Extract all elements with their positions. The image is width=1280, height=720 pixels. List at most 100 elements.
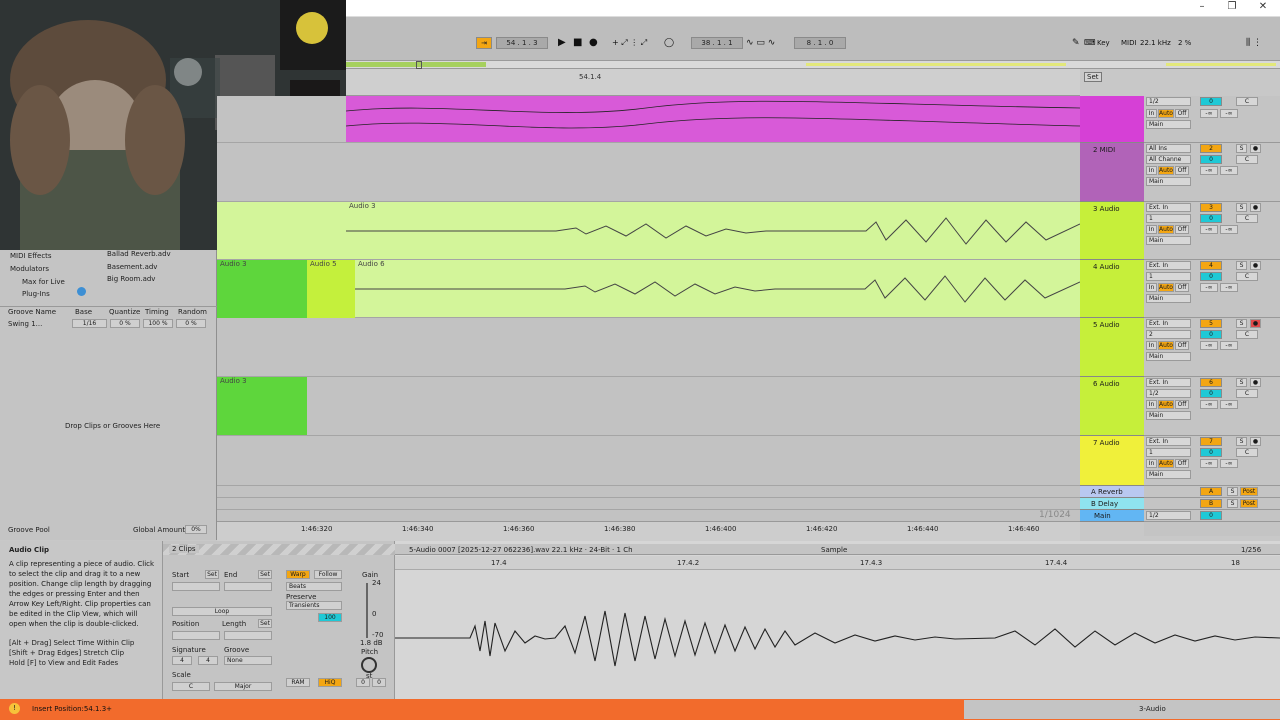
volume-field[interactable]: 0 [1200,214,1222,223]
warp-mode-select[interactable]: Beats [286,582,342,591]
track-name[interactable]: 2 MIDI [1093,146,1115,154]
length-field[interactable] [224,631,272,640]
scale-root-select[interactable]: C [172,682,210,691]
groove-name[interactable]: Swing 1... [8,320,42,328]
output-select[interactable]: Main [1146,120,1191,129]
monitor-off[interactable]: Off [1175,225,1189,234]
track-header-audio-6[interactable]: 6 Audio [1080,377,1144,436]
preview-icon[interactable] [77,287,86,296]
volume-field[interactable]: 0 [1200,330,1222,339]
post-button[interactable]: Post [1240,487,1258,496]
track-header[interactable] [1080,96,1144,143]
minimize-icon[interactable]: – [1195,1,1209,12]
input-select[interactable]: Ext. In [1146,437,1191,446]
pan-field[interactable]: C [1236,97,1258,106]
follow-button[interactable]: Follow [314,570,342,579]
input-select[interactable]: Ext. In [1146,319,1191,328]
solo-button[interactable]: S [1236,261,1247,270]
groove-base-select[interactable]: 1/16 [72,319,107,328]
overview-toggle-icon[interactable]: ⫼ ⋮ [1246,37,1262,49]
track-lane-audio-7[interactable] [217,436,1080,486]
end-set-button[interactable]: Set [258,570,272,579]
monitor-in[interactable]: In [1146,109,1157,118]
beat-ruler[interactable]: 54.1.4 [346,69,1080,96]
monitor-auto[interactable]: Auto [1158,283,1174,292]
output-select[interactable]: Main [1146,294,1191,303]
restore-icon[interactable]: ❐ [1225,1,1239,12]
start-set-button[interactable]: Set [205,570,219,579]
preserve-select[interactable]: Transients [286,601,342,610]
close-icon[interactable]: ✕ [1256,1,1270,12]
channel-select[interactable]: All Channe [1146,155,1191,164]
groove-timing[interactable]: 100 % [143,319,173,328]
input-select[interactable]: 1/2 [1146,97,1191,106]
track-name[interactable]: Main [1094,512,1111,520]
return-lane-delay[interactable] [217,498,1080,510]
signature-denominator[interactable]: 4 [198,656,218,665]
groove-pool-label[interactable]: Groove Pool [8,526,50,534]
loop-length[interactable]: 8 . 1 . 0 [794,37,846,49]
audio-clip[interactable]: Audio 5 [307,260,355,318]
sample-tab[interactable]: Sample [821,546,847,554]
return-activator[interactable]: B [1200,499,1222,508]
monitor-in[interactable]: In [1146,283,1157,292]
track-name[interactable]: 3 Audio [1093,205,1120,213]
groove-quantize[interactable]: 0 % [110,319,140,328]
master-channel-select[interactable]: 1/2 [1146,511,1191,520]
warp-button[interactable]: Warp [286,570,310,579]
master-header[interactable]: Main [1080,510,1144,522]
volume-field[interactable]: 0 [1200,97,1222,106]
arm-button[interactable]: ● [1250,437,1261,446]
volume-field[interactable]: 0 [1200,389,1222,398]
category-midi-effects[interactable]: MIDI Effects [10,252,52,260]
track-lane-audio-4[interactable]: Audio 3 Audio 5 Audio 6 [217,260,1080,318]
audio-clip[interactable]: Audio 3 [217,377,307,435]
track-header-audio-4[interactable]: 4 Audio [1080,260,1144,318]
transient-amount[interactable]: 100 [318,613,342,622]
track-lane-audio-3[interactable]: Audio 3 [217,202,1080,260]
gain-slider[interactable] [366,583,368,638]
key-map-button[interactable]: Key [1097,37,1110,49]
pan-field[interactable]: C [1236,330,1258,339]
scale-mode-select[interactable]: Major [214,682,272,691]
end-field[interactable] [224,582,272,591]
monitor-in[interactable]: In [1146,225,1157,234]
track-header-audio-3[interactable]: 3 Audio [1080,202,1144,260]
monitor-auto[interactable]: Auto [1158,400,1174,409]
pan-field[interactable]: C [1236,272,1258,281]
pencil-icon[interactable]: ✎ [1072,37,1080,49]
track-header-midi[interactable]: 2 MIDI [1080,143,1144,202]
category-max-for-live[interactable]: Max for Live [22,278,65,286]
file-item[interactable]: Basement.adv [107,263,157,271]
track-name[interactable]: A Reverb [1091,488,1123,496]
draw-icon[interactable]: ∿ ▭ ∿ [746,37,775,49]
pan-field[interactable]: C [1236,214,1258,223]
info-icon[interactable]: ! [9,703,20,714]
input-select[interactable]: Ext. In [1146,203,1191,212]
input-select[interactable]: All Ins [1146,144,1191,153]
output-select[interactable]: Main [1146,236,1191,245]
monitor-in[interactable]: In [1146,166,1157,175]
play-icon[interactable]: ▶ [558,37,566,49]
sample-editor[interactable]: 5-Audio 0007 [2025-12-27 062236].wav 22.… [395,541,1280,699]
pitch-knob[interactable] [361,657,377,673]
input-select[interactable]: Ext. In [1146,378,1191,387]
monitor-off[interactable]: Off [1175,400,1189,409]
groove-select[interactable]: None [224,656,272,665]
return-lane-reverb[interactable] [217,486,1080,498]
track-name[interactable]: 6 Audio [1093,380,1120,388]
audio-clip[interactable]: Audio 3 [217,260,307,318]
song-position[interactable]: 54 . 1 . 3 [496,37,548,49]
track-lane-audio-6[interactable]: Audio 3 [217,377,1080,436]
track-activator[interactable]: 5 [1200,319,1222,328]
pitch-cents[interactable]: 0 [372,678,386,687]
post-button[interactable]: Post [1240,499,1258,508]
track-name[interactable]: B Delay [1091,500,1118,508]
channel-select[interactable]: 1 [1146,448,1191,457]
track-header-audio-7[interactable]: 7 Audio [1080,436,1144,486]
follow-button[interactable]: ⇥ [476,37,492,49]
track-lane[interactable] [217,96,1080,143]
loop-button[interactable]: Loop [172,607,272,616]
solo-button[interactable]: S [1236,144,1247,153]
category-modulators[interactable]: Modulators [10,265,49,273]
